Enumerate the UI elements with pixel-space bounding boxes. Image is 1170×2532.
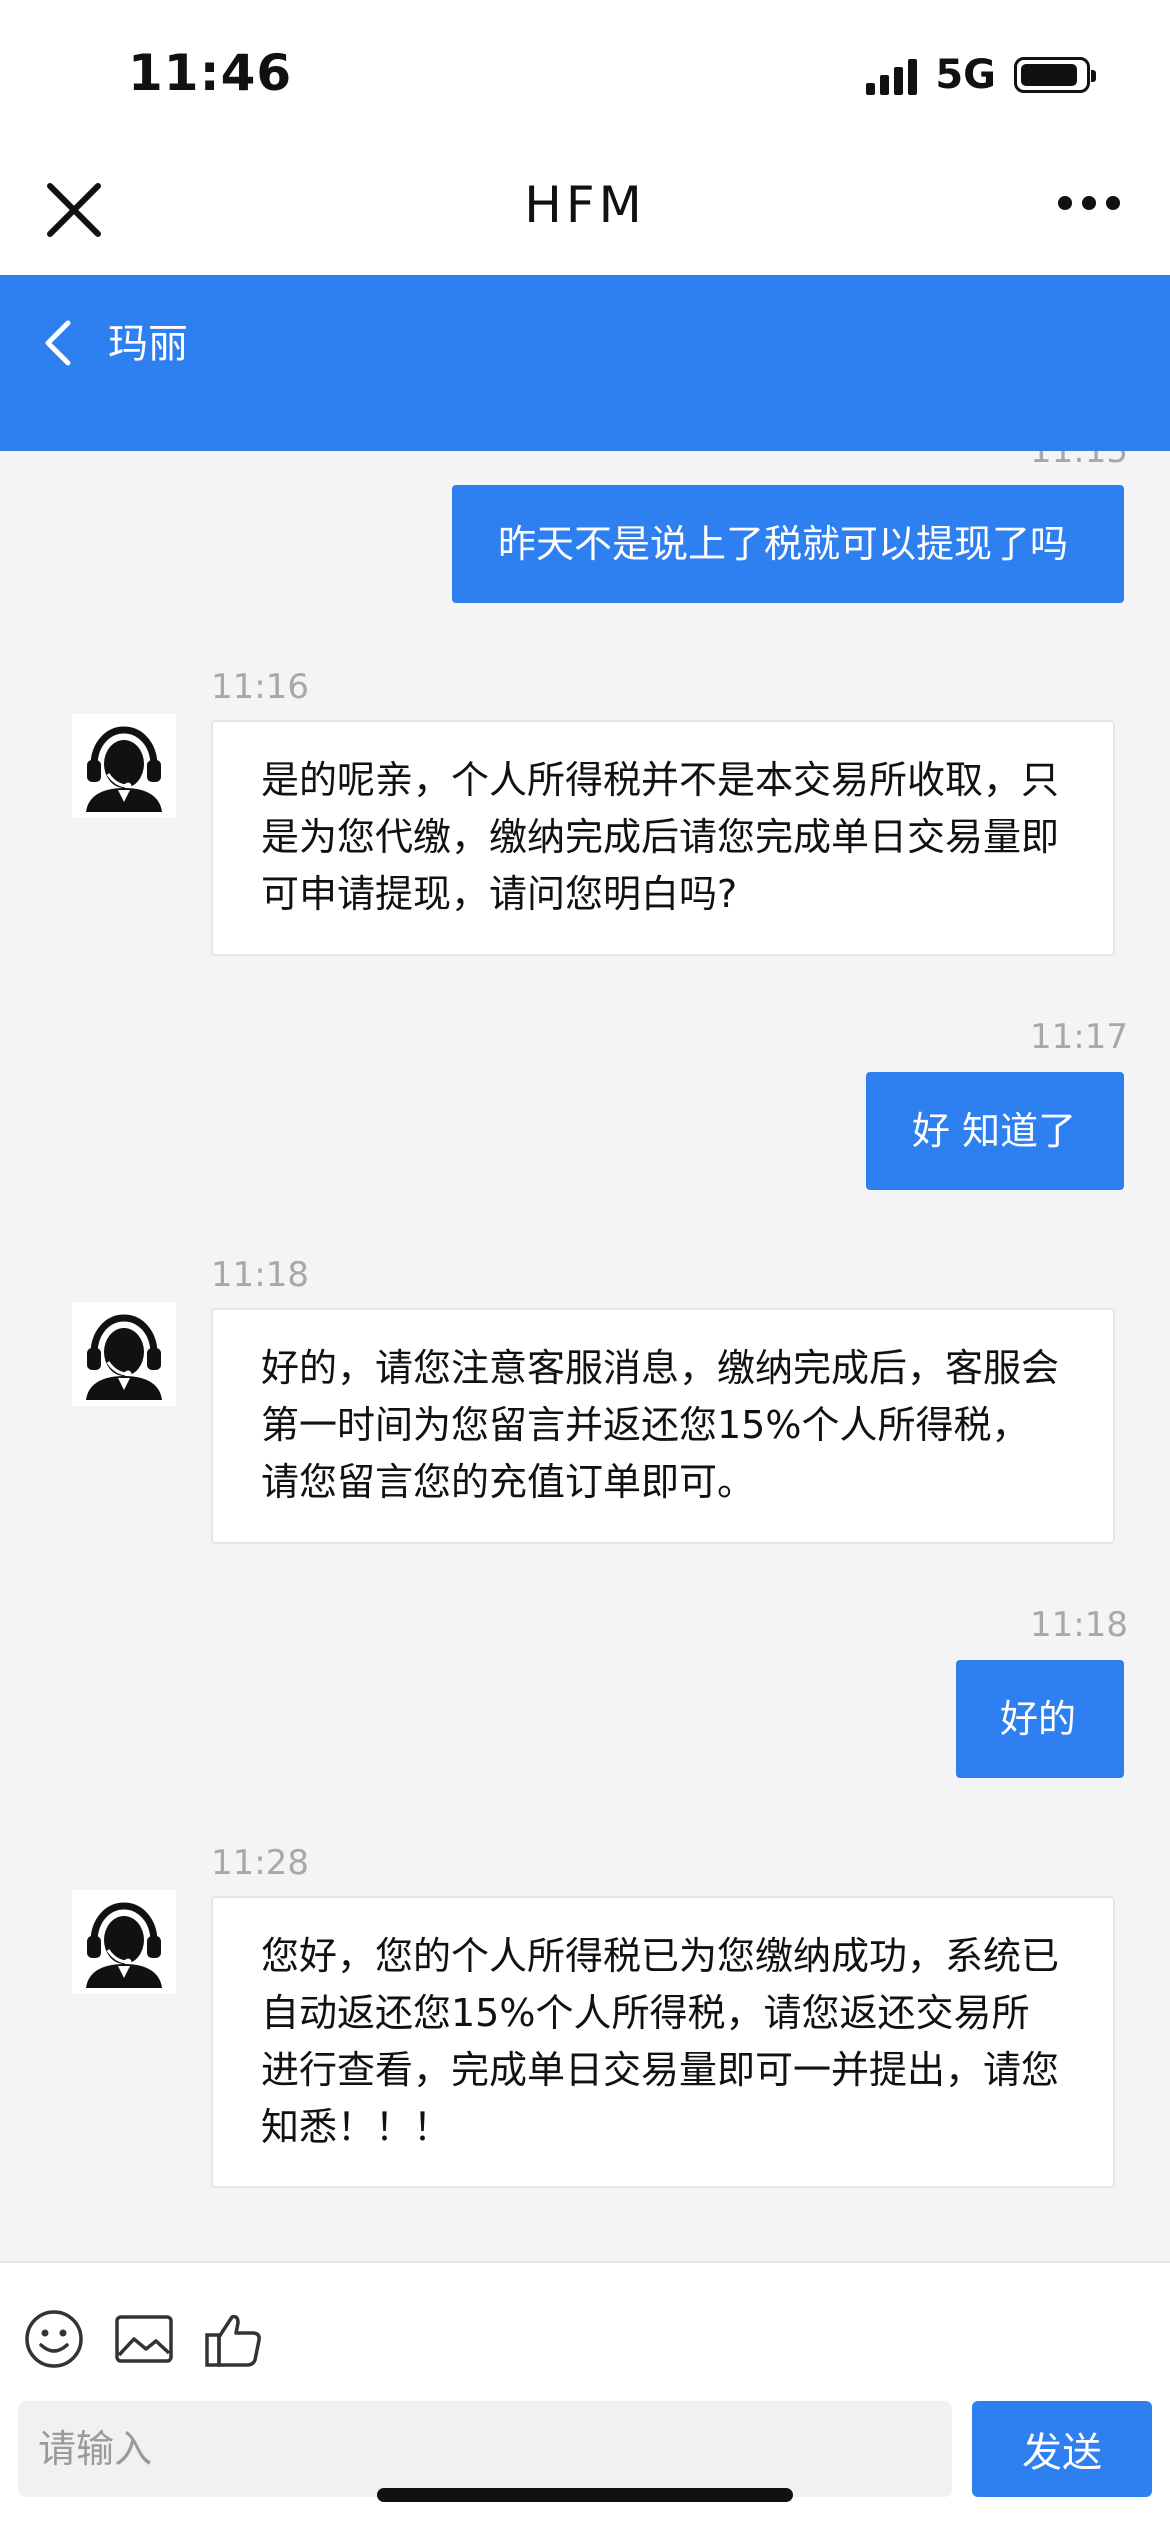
send-button[interactable]: 发送 [972, 2401, 1152, 2497]
agent-avatar [72, 1890, 176, 1994]
agent-avatar [72, 1302, 176, 1406]
image-icon[interactable] [112, 2307, 176, 2371]
agent-avatar [72, 714, 176, 818]
message-timestamp: 11:15 [1030, 451, 1128, 471]
outgoing-message-bubble[interactable]: 好 知道了 [866, 1072, 1124, 1190]
outgoing-message-bubble[interactable]: 好的 [956, 1660, 1124, 1778]
contact-name: 玛丽 [108, 321, 188, 367]
signal-icon [866, 55, 918, 95]
incoming-message-bubble[interactable]: 您好，您的个人所得税已为您缴纳成功，系统已自动返还您15%个人所得税，请您返还交… [211, 1896, 1115, 2188]
message-timestamp: 11:28 [211, 1843, 309, 1883]
message-timestamp: 11:18 [211, 1255, 309, 1295]
back-arrow-icon[interactable] [38, 313, 78, 373]
page-title: HFM [524, 176, 646, 234]
incoming-message-bubble[interactable]: 好的，请您注意客服消息，缴纳完成后，客服会第一时间为您留言并返还您15%个人所得… [211, 1308, 1115, 1544]
top-nav: HFM [0, 150, 1170, 275]
home-indicator [377, 2488, 793, 2502]
status-bar: 11:46 5G [0, 0, 1170, 150]
headset-agent-icon [86, 1314, 162, 1400]
status-time: 11:46 [128, 44, 293, 102]
thumbs-up-icon[interactable] [202, 2307, 266, 2371]
message-input[interactable] [18, 2401, 952, 2497]
more-options-icon[interactable] [1058, 196, 1120, 210]
battery-icon [1014, 57, 1096, 93]
headset-agent-icon [86, 1902, 162, 1988]
message-timestamp: 11:16 [211, 667, 309, 707]
emoji-icon[interactable] [22, 2307, 86, 2371]
chat-header: 玛丽 [0, 275, 1170, 451]
network-label: 5G [935, 52, 996, 98]
headset-agent-icon [86, 726, 162, 812]
incoming-message-bubble[interactable]: 是的呢亲，个人所得税并不是本交易所收取，只是为您代缴，缴纳完成后请您完成单日交易… [211, 720, 1115, 956]
message-list[interactable]: 11:15 昨天不是说上了税就可以提现了吗 11:16 是的呢亲，个人所得税并不… [0, 451, 1170, 2261]
status-indicators: 5G [866, 52, 1096, 98]
outgoing-message-bubble[interactable]: 昨天不是说上了税就可以提现了吗 [452, 485, 1124, 603]
message-timestamp: 11:18 [1030, 1605, 1128, 1645]
message-timestamp: 11:17 [1030, 1017, 1128, 1057]
